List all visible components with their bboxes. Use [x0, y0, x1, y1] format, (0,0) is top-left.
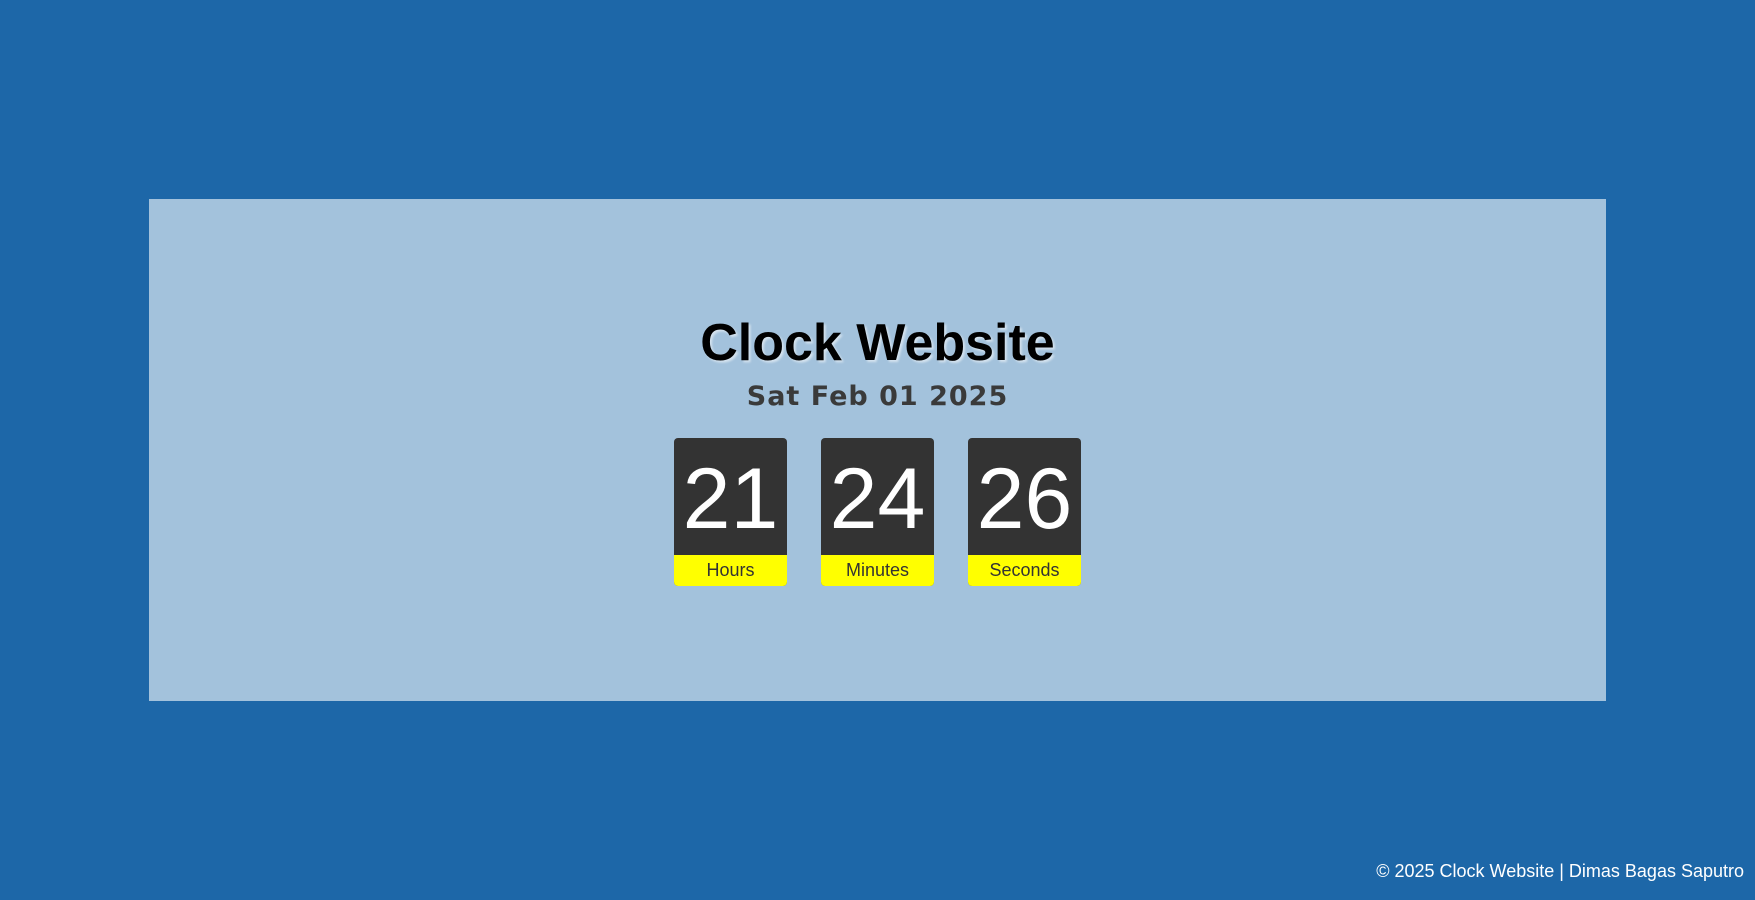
current-date: Sat Feb 01 2025	[746, 381, 1009, 412]
minutes-value: 24	[829, 450, 926, 547]
clock-display: 21 Hours 24 Minutes 26 Seconds	[674, 438, 1081, 586]
seconds-tile: 26 Seconds	[968, 438, 1081, 586]
minutes-tile: 24 Minutes	[821, 438, 934, 586]
hours-tile: 21 Hours	[674, 438, 787, 586]
minutes-label: Minutes	[821, 555, 934, 586]
seconds-value: 26	[976, 450, 1073, 547]
clock-panel: Clock Website Sat Feb 01 2025 21 Hours 2…	[149, 199, 1606, 701]
hours-label: Hours	[674, 555, 787, 586]
footer-copyright: © 2025 Clock Website | Dimas Bagas Saput…	[1376, 861, 1744, 881]
hours-value: 21	[682, 450, 779, 547]
seconds-label: Seconds	[968, 555, 1081, 586]
page-title: Clock Website	[700, 314, 1055, 372]
